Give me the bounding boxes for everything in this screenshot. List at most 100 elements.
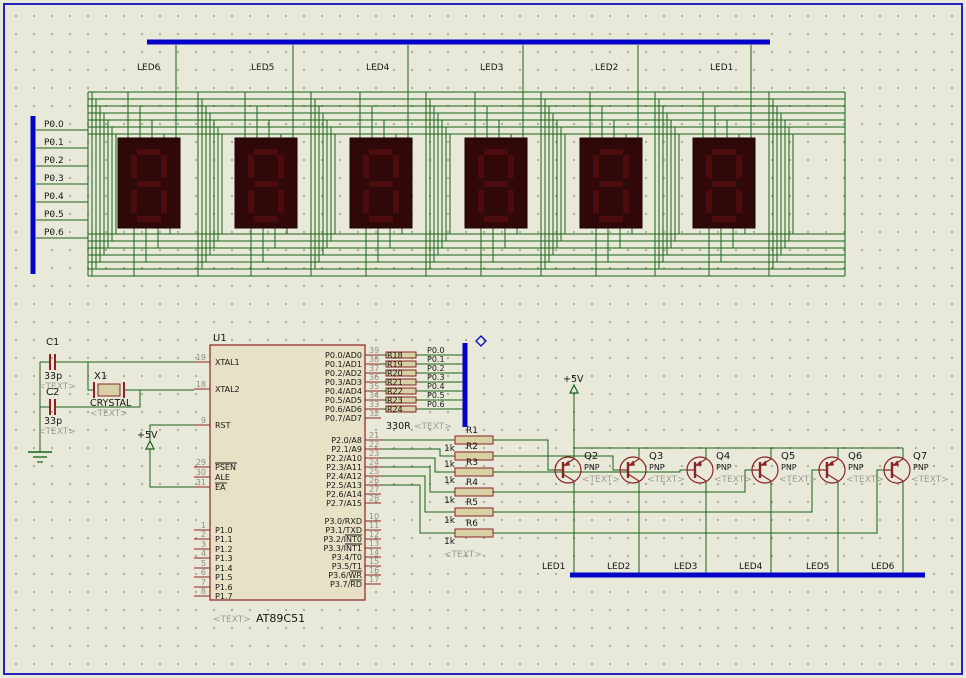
net-label[interactable]: LED5 <box>806 562 829 572</box>
resistor-ref[interactable]: R3 <box>466 458 478 468</box>
transistor-ref[interactable]: Q7 <box>913 451 927 462</box>
resistor-body[interactable] <box>455 508 493 516</box>
net-label[interactable]: P0.1 <box>427 355 445 364</box>
crystal-body[interactable] <box>98 384 120 396</box>
pin-name: P1.7 <box>215 592 233 601</box>
net-label[interactable]: LED4 <box>739 562 763 572</box>
net-label[interactable]: P0.3 <box>44 174 64 184</box>
resistor-ref[interactable]: R23 <box>387 396 403 405</box>
pin-number: 33 <box>369 400 379 409</box>
pin-number: 37 <box>369 364 379 373</box>
net-label[interactable]: LED2 <box>595 63 618 73</box>
net-label[interactable]: LED5 <box>251 63 274 73</box>
power-arrow-icon[interactable] <box>570 385 578 393</box>
display-segment <box>599 181 623 187</box>
resistor-ref[interactable]: R19 <box>387 360 403 369</box>
pin-name: P1.4 <box>215 564 233 573</box>
resistor-ref[interactable]: R1 <box>466 426 478 436</box>
pin-name: P3.5/T1 <box>332 562 362 571</box>
net-label[interactable]: LED3 <box>480 63 503 73</box>
net-label[interactable]: P0.2 <box>427 364 445 373</box>
net-label[interactable]: P0.6 <box>427 400 445 409</box>
c2-ref[interactable]: C2 <box>46 387 59 398</box>
net-label[interactable]: P0.5 <box>44 210 64 220</box>
pin-number: 18 <box>196 380 206 389</box>
net-label[interactable]: P0.2 <box>44 156 64 166</box>
pin-name: EA <box>215 483 226 492</box>
transistor[interactable] <box>752 457 778 483</box>
mcu-ref[interactable]: U1 <box>213 333 227 344</box>
resistor-ref[interactable]: R22 <box>387 387 403 396</box>
resistor-body[interactable] <box>455 468 493 476</box>
net-label[interactable]: P0.0 <box>44 120 64 130</box>
transistor-collector <box>760 474 771 481</box>
transistor[interactable] <box>620 457 646 483</box>
transistor-ref[interactable]: Q4 <box>716 451 730 462</box>
pin-number: 31 <box>196 478 206 487</box>
net-label[interactable]: LED4 <box>366 63 390 73</box>
c1-ref[interactable]: C1 <box>46 337 59 348</box>
resistor-ref[interactable]: R21 <box>387 378 403 387</box>
pin-number: 30 <box>196 468 206 477</box>
net-label[interactable]: P0.3 <box>427 373 445 382</box>
transistor-ref[interactable]: Q3 <box>649 451 663 462</box>
net-label[interactable]: P0.5 <box>427 391 445 400</box>
transistor-ref[interactable]: Q6 <box>848 451 862 462</box>
net-label[interactable]: P0.0 <box>427 346 445 355</box>
wire[interactable] <box>493 440 555 470</box>
transistor[interactable] <box>687 457 713 483</box>
pin-number: 9 <box>201 416 206 425</box>
transistor[interactable] <box>819 457 845 483</box>
transistor-ref[interactable]: Q5 <box>781 451 795 462</box>
net-label[interactable]: LED6 <box>137 63 161 73</box>
resistor-ref[interactable]: R24 <box>387 405 403 414</box>
transistor-ref[interactable]: Q2 <box>584 451 598 462</box>
pin-number: 15 <box>369 557 379 566</box>
display-segment <box>161 155 167 178</box>
pin-name: P2.0/A8 <box>331 436 362 445</box>
transistor-type: PNP <box>848 463 864 472</box>
resistor-ref[interactable]: R6 <box>466 519 478 529</box>
power-arrow-icon[interactable] <box>146 441 154 449</box>
resistor-ref[interactable]: R5 <box>466 498 478 508</box>
transistor-type: PNP <box>716 463 732 472</box>
resistor-ref[interactable]: R2 <box>466 442 478 452</box>
pin-name: PSEN <box>215 463 236 472</box>
power-5v-label[interactable]: +5V <box>563 374 584 385</box>
x1-value: CRYSTAL <box>90 398 132 409</box>
schematic-sheet: U1 AT89C51 <TEXT> C1 33p <TEXT> C2 33p <… <box>0 0 966 678</box>
display-segment <box>478 190 484 213</box>
display-segment <box>736 190 742 213</box>
resistor-ref[interactable]: R18 <box>387 351 403 360</box>
pin-name: P3.6/WR <box>328 571 362 580</box>
wire[interactable] <box>150 449 194 487</box>
pin-number: 21 <box>369 431 379 440</box>
x1-ref[interactable]: X1 <box>94 371 107 382</box>
c1-value: 33p <box>44 371 62 382</box>
pin-number: 14 <box>369 548 379 557</box>
resistor-ref[interactable]: R20 <box>387 369 403 378</box>
pin-number: 35 <box>369 382 379 391</box>
c2-text: <TEXT> <box>38 427 76 437</box>
transistor[interactable] <box>884 457 910 483</box>
transistor-collector <box>563 474 574 481</box>
net-label[interactable]: LED1 <box>710 63 733 73</box>
display-segment <box>478 155 484 178</box>
power-5v-label[interactable]: +5V <box>137 430 158 441</box>
display-segment <box>508 155 514 178</box>
schematic-canvas[interactable]: U1 AT89C51 <TEXT> C1 33p <TEXT> C2 33p <… <box>0 0 966 678</box>
net-label[interactable]: LED2 <box>607 562 630 572</box>
net-label[interactable]: P0.1 <box>44 138 64 148</box>
net-label[interactable]: P0.6 <box>44 228 64 238</box>
pin-number: 32 <box>369 409 379 418</box>
resistor-body[interactable] <box>455 488 493 496</box>
resistor-body[interactable] <box>455 529 493 537</box>
net-label[interactable]: P0.4 <box>44 192 64 202</box>
net-label[interactable]: P0.4 <box>427 382 445 391</box>
net-label[interactable]: LED3 <box>674 562 697 572</box>
resistor-ref[interactable]: R4 <box>466 478 478 488</box>
transistor[interactable] <box>555 457 581 483</box>
net-label[interactable]: LED1 <box>542 562 565 572</box>
net-label[interactable]: LED6 <box>871 562 895 572</box>
wire[interactable] <box>493 470 884 533</box>
